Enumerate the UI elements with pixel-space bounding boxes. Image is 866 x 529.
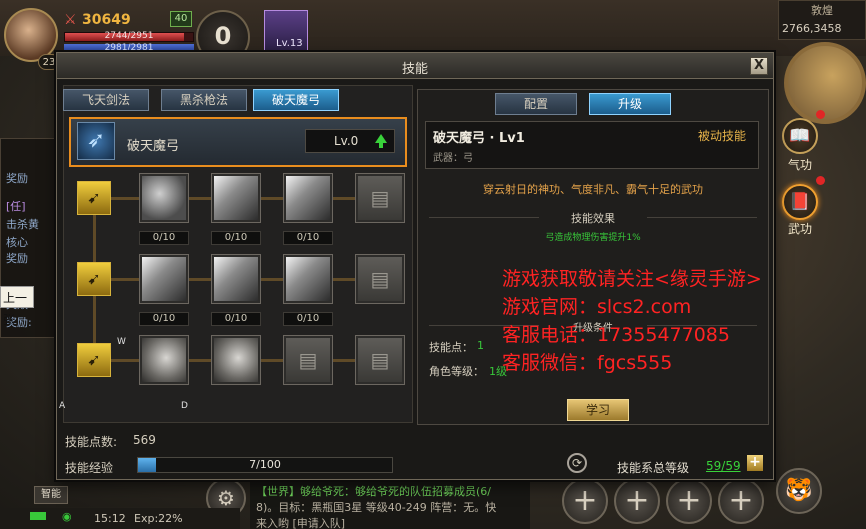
selected-skill-name: 破天魔弓 [127,139,180,154]
crossed-swords-icon: ⚔ [64,12,77,28]
notification-dot [816,110,825,119]
watermark-line: 客服电话：17355477085 [502,324,730,346]
status-bar: 智能 ◉ 15:12 Exp:22% [0,486,240,529]
skill-slot[interactable] [139,254,189,304]
req-points-label: 技能点： [429,341,473,354]
exp-percent: Exp:22% [134,512,183,525]
power-level-badge: 40 [170,11,192,27]
skill-slot[interactable] [283,254,333,304]
refresh-icon[interactable]: ⟳ [567,453,587,473]
skill-slot[interactable] [211,254,261,304]
tab-potian-bow[interactable]: 破天魔弓 [253,89,339,111]
qigong-book-icon[interactable]: 📖 [782,118,818,154]
scroll-icon: ▤ [370,186,390,210]
skill-info-type: 被动技能 [698,129,747,143]
skill-points-value: 569 [133,433,156,447]
upgrade-arrow-stem [379,142,383,148]
wugong-book-icon[interactable]: 📕 [782,184,818,220]
skill-slot-button[interactable]: + [666,478,712,524]
skill-slot-count: 0/10 [139,231,189,245]
wugong-label: 武功 [787,222,812,236]
chat-line: 【世界】够给爷死：够给爷死的队伍招募成员(6/ [256,485,491,498]
tree-branch-icon[interactable]: ➹ [77,181,111,215]
world-chat[interactable]: 【世界】够给爷死：够给爷死的队伍招募成员(6/ 8)。目标：黑瓶国3星 等级40… [250,480,530,529]
req-points-value: 1 [477,339,484,352]
tab-heisha-spear[interactable]: 黑杀枪法 [161,89,247,111]
skill-slot-button[interactable]: + [562,478,608,524]
watermark-line: 游戏获取敬请关注<缘灵手游> [502,268,762,290]
notification-dot [816,176,825,185]
quest-line: [任] [6,200,26,213]
skill-slot[interactable] [283,173,333,223]
tab-upgrade[interactable]: 升级 [589,93,671,115]
key-hint: A [59,401,66,411]
quest-line: 奖励 [6,252,28,265]
skill-description: 穿云射日的神功、气度非凡、霸气十足的武功 [483,183,703,196]
skill-slot-count: 0/10 [283,231,333,245]
locked-skill-slot[interactable]: ▤ [283,335,333,385]
location-coords: 2766,3458 [782,22,842,35]
bow-icon: ➶ [77,122,115,160]
skill-slot[interactable] [139,335,189,385]
req-level-label: 角色等级： [429,365,484,378]
learn-button[interactable]: 学习 [567,399,629,421]
dialog-title: 技能 [401,62,428,77]
skill-slot-count: 0/10 [211,231,261,245]
skill-slot[interactable] [139,173,189,223]
pet-level: Lv.13 [276,38,303,49]
qigong-label: 气功 [787,158,812,172]
quest-line: 奖励 [6,172,28,185]
tree-branch-icon[interactable]: ➹ [77,262,111,296]
add-button[interactable]: + [747,455,763,471]
locked-skill-slot[interactable]: ▤ [355,335,405,385]
battery-icon [30,512,46,520]
quest-line: 击杀黄 [6,218,39,231]
skill-exp-text: 7/100 [249,458,281,471]
key-hint: D [181,401,188,411]
minimap[interactable] [784,42,866,124]
tree-branch-icon[interactable]: ➹ [77,343,111,377]
skill-slot-count: 0/10 [283,312,333,326]
skill-slot-count: 0/10 [139,312,189,326]
chat-line: 来入哟 [申请入队] [256,517,346,529]
prev-tooltip: 上一张 [0,286,34,327]
hp-text: 2744/2951 [104,31,154,41]
locked-skill-slot[interactable]: ▤ [355,173,405,223]
quest-line: 核心 [6,236,28,249]
key-hint: W [117,337,126,347]
scroll-icon: ▤ [298,348,318,372]
wifi-icon: ◉ [62,510,72,523]
skill-points-label: 技能点数: [65,435,118,449]
skill-slot-count: 0/10 [211,312,261,326]
skill-exp-label: 技能经验 [65,461,114,475]
effect-title: 技能效果 [571,212,615,225]
scroll-icon: ▤ [370,267,390,291]
scroll-icon: ▤ [370,348,390,372]
combat-power: 30649 [82,12,131,28]
watermark-line: 游戏官网：slcs2.com [502,296,692,318]
skill-info-weapon: 武器：弓 [433,153,473,164]
skill-info-name: 破天魔弓 · Lv1 [433,131,525,146]
mount-icon[interactable]: 🐯 [776,468,822,514]
tab-feitian-sword[interactable]: 飞天剑法 [63,89,149,111]
skill-slot-button[interactable]: + [614,478,660,524]
watermark-line: 客服微信：fgcs555 [502,352,673,374]
clock: 15:12 [94,512,126,525]
location-name: 敦煌 [811,4,833,17]
smart-button[interactable]: 智能 [34,486,68,504]
locked-skill-slot[interactable]: ▤ [355,254,405,304]
skill-slot-button[interactable]: + [718,478,764,524]
total-level-label: 技能系总等级 [617,461,690,475]
effect-text: 弓造成物理伤害提升1% [545,233,641,243]
close-button[interactable]: X [750,57,768,75]
chat-line: 8)。目标：黑瓶国3星 等级40-249 阵营：无。快 [256,501,497,514]
tab-config[interactable]: 配置 [495,93,577,115]
total-level-value[interactable]: 59/59 [706,459,741,473]
skill-slot[interactable] [211,173,261,223]
skill-slot[interactable] [211,335,261,385]
